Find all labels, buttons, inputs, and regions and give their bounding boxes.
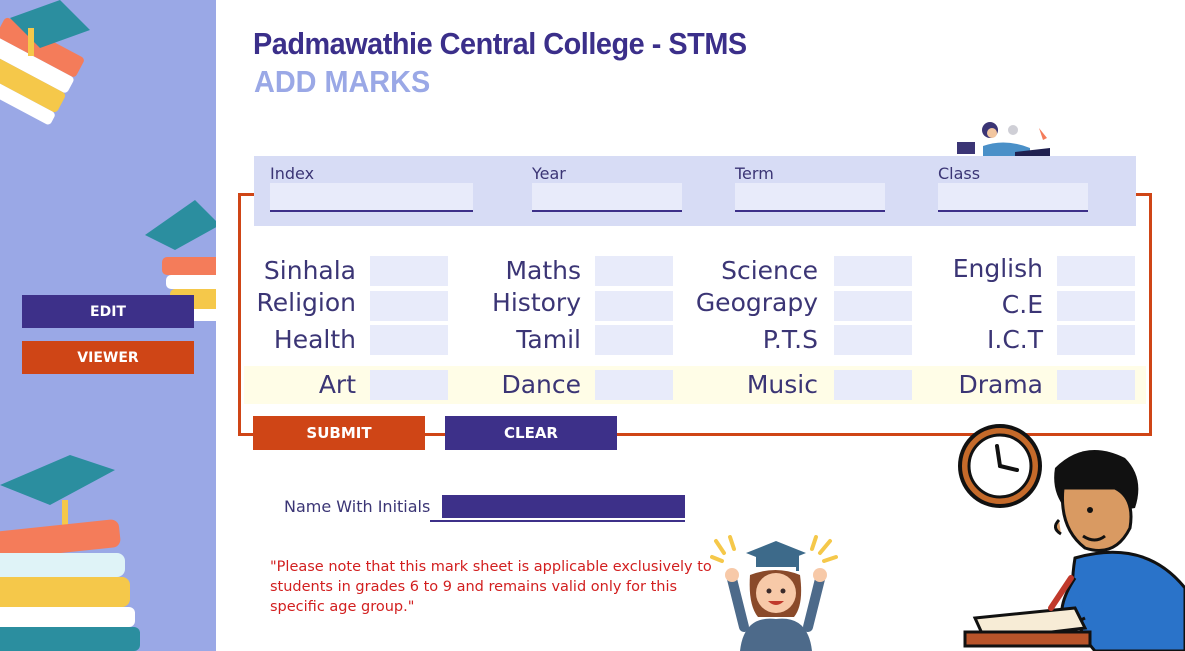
sidebar: EDIT VIEWER	[0, 0, 216, 651]
english-label: English	[952, 254, 1043, 283]
graduate-student-icon	[710, 535, 838, 651]
pts-label: P.T.S	[762, 325, 818, 354]
index-input[interactable]	[270, 183, 473, 212]
geography-label: Geograpy	[695, 288, 818, 317]
page-title: Padmawathie Central College - STMS	[253, 26, 747, 61]
science-label: Science	[721, 256, 818, 285]
class-input[interactable]	[938, 183, 1088, 212]
girl-with-laptop-icon	[957, 122, 1050, 158]
dance-input[interactable]	[595, 370, 673, 400]
ce-input[interactable]	[1057, 291, 1135, 321]
term-label: Term	[735, 164, 774, 183]
edit-button[interactable]: EDIT	[22, 295, 194, 328]
tamil-label: Tamil	[516, 325, 581, 354]
class-label: Class	[938, 164, 981, 183]
boy-writing-clock-icon	[958, 424, 1185, 651]
drama-label: Drama	[958, 370, 1043, 399]
english-input[interactable]	[1057, 256, 1135, 286]
ict-label: I.C.T	[987, 325, 1043, 354]
drama-input[interactable]	[1057, 370, 1135, 400]
maths-label: Maths	[505, 256, 581, 285]
art-label: Art	[318, 370, 356, 399]
name-with-initials-input[interactable]	[442, 495, 685, 518]
index-label: Index	[270, 164, 315, 183]
sinhala-label: Sinhala	[263, 256, 356, 285]
history-label: History	[492, 288, 581, 317]
dance-label: Dance	[501, 370, 581, 399]
history-input[interactable]	[595, 291, 673, 321]
viewer-button[interactable]: VIEWER	[22, 341, 194, 374]
books-graduation-cap-icon	[0, 0, 90, 125]
tamil-input[interactable]	[595, 325, 673, 355]
term-input[interactable]	[735, 183, 885, 212]
year-label: Year	[532, 164, 566, 183]
maths-input[interactable]	[595, 256, 673, 286]
books-graduation-cap-icon	[0, 455, 140, 651]
submit-button[interactable]: SUBMIT	[253, 416, 425, 450]
name-underline	[430, 520, 685, 522]
ce-label: C.E	[1001, 290, 1043, 319]
ict-input[interactable]	[1057, 325, 1135, 355]
grade-note: "Please note that this mark sheet is app…	[270, 559, 712, 615]
year-input[interactable]	[532, 183, 682, 212]
clear-button[interactable]: CLEAR	[445, 416, 617, 450]
name-with-initials-label: Name With Initials	[284, 497, 431, 516]
page-subtitle: ADD MARKS	[254, 64, 431, 99]
religion-label: Religion	[256, 288, 356, 317]
music-label: Music	[746, 370, 818, 399]
health-label: Health	[273, 325, 356, 354]
